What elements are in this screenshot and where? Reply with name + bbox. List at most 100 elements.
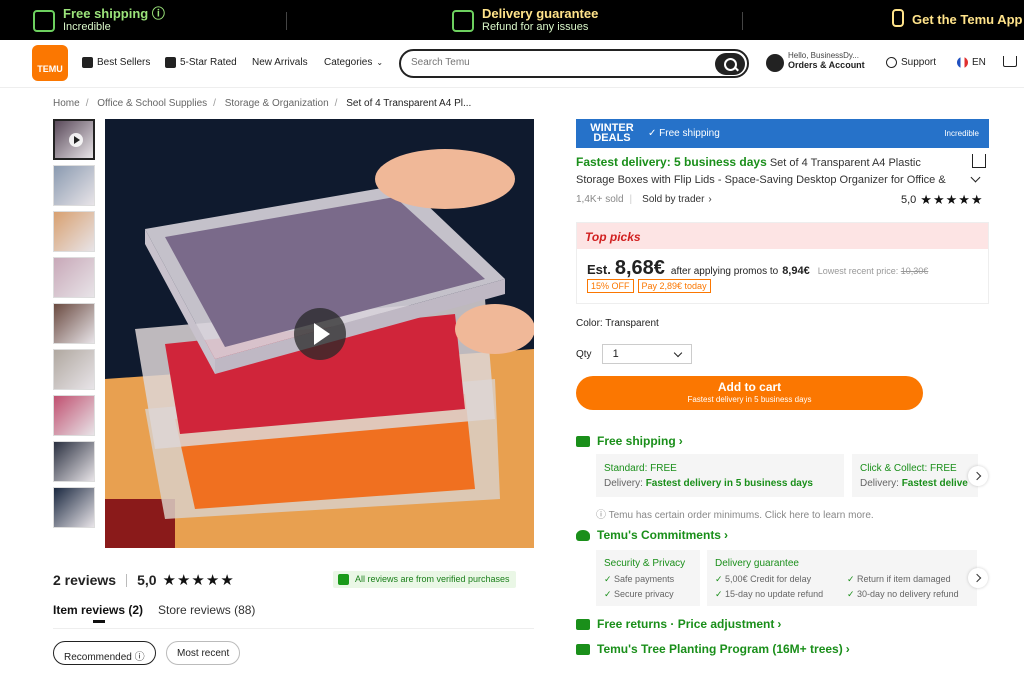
product-rating[interactable]: 5,0 ★★★★★ [901, 192, 984, 208]
search-button[interactable] [715, 53, 745, 75]
breadcrumb-item[interactable]: Office & School Supplies [97, 98, 207, 109]
account-label: Orders & Account [788, 60, 865, 70]
banner-incredible: Incredible [944, 129, 979, 138]
commitments-link[interactable]: Temu's Commitments › [576, 528, 728, 542]
nav-label: Best Sellers [97, 57, 151, 68]
thumbnail[interactable] [53, 257, 95, 298]
promo-delivery-subtitle: Refund for any issues [482, 21, 589, 33]
free-returns-link[interactable]: Free returns · Price adjustment › [576, 617, 781, 631]
nav-label: 5-Star Rated [180, 57, 237, 68]
cart-icon[interactable] [1003, 56, 1017, 67]
thumbnail[interactable] [53, 487, 95, 528]
next-shipping-button[interactable] [968, 466, 988, 486]
thumbnail-image [54, 304, 94, 343]
lowest-label: Lowest recent price: [817, 266, 899, 276]
promo-app[interactable]: Get the Temu App [892, 9, 1023, 27]
promo-delivery-title: Delivery guarantee [482, 6, 599, 21]
color-label: Color: Transparent [576, 318, 659, 329]
nav-label: Categories [324, 57, 373, 68]
add-to-cart-button[interactable]: Add to cart Fastest delivery in 5 busine… [576, 376, 923, 410]
nav-best-sellers[interactable]: Best Sellers [82, 57, 150, 68]
nav-five-star[interactable]: 5-Star Rated [165, 57, 237, 68]
sort-most-recent[interactable]: Most recent [166, 641, 241, 665]
thumbnail[interactable] [53, 395, 95, 436]
discount-badge: 15% OFF [587, 279, 634, 293]
expand-title-icon[interactable] [970, 172, 981, 183]
breadcrumb-item[interactable]: Storage & Organization [225, 98, 329, 109]
product-main-image[interactable] [105, 119, 534, 548]
active-tab-indicator [93, 620, 105, 623]
promo-price[interactable]: 8,94€ [782, 265, 810, 277]
guarantee-item: 5,00€ Credit for delay [715, 572, 847, 587]
thumbnail-image [54, 396, 94, 435]
promo-free-shipping-title: Free shipping ⓘ [63, 6, 165, 21]
truck-icon [33, 9, 55, 32]
promo-delivery[interactable]: Delivery guarantee Refund for any issues [452, 7, 598, 34]
winter-deals-banner: WINTER DEALS ✓ Free shipping Incredible [576, 119, 989, 148]
thumbnail-video[interactable] [53, 119, 95, 160]
account-menu[interactable]: Hello, BusinessDy... Orders & Account [766, 51, 865, 72]
star-rating: ★★★★★ [162, 572, 235, 589]
verified-text: All reviews are from verified purchases [355, 574, 510, 584]
delivery-check-icon [452, 9, 474, 32]
min-order-note[interactable]: ⓘ Temu has certain order minimums. Click… [596, 506, 874, 521]
support-icon [886, 57, 897, 68]
nav-new-arrivals[interactable]: New Arrivals [252, 57, 308, 68]
standard-shipping-card: Standard: FREE Delivery: Fastest deliver… [596, 454, 844, 497]
tab-item-reviews[interactable]: Item reviews (2) [53, 603, 143, 617]
thumbnail-image [54, 166, 94, 205]
chevron-right-icon: › [678, 434, 683, 448]
thumbnail[interactable] [53, 211, 95, 252]
promo-divider [742, 12, 743, 30]
thumbnail[interactable] [53, 349, 95, 390]
thumbnail-image [54, 442, 94, 481]
verified-badge: All reviews are from verified purchases [333, 571, 516, 588]
guarantee-item: Return if item damaged [847, 572, 959, 587]
truck-icon [576, 435, 590, 447]
thumbnail[interactable] [53, 441, 95, 482]
price-badges: 15% OFF Pay 2,89€ today [587, 279, 715, 293]
shield-icon [576, 529, 590, 541]
after-promo-text: after applying promos to [670, 266, 779, 277]
nav-categories[interactable]: Categories ⌄ [324, 57, 383, 68]
share-icon[interactable] [972, 154, 986, 168]
add-to-cart-label: Add to cart [717, 380, 782, 394]
flag-icon [957, 57, 968, 68]
divider [126, 573, 128, 587]
tree-program-link[interactable]: Temu's Tree Planting Program (16M+ trees… [576, 642, 850, 656]
standard-label: Standard: FREE [604, 463, 677, 474]
support-link[interactable]: Support [886, 57, 936, 68]
tree-program-label: Temu's Tree Planting Program (16M+ trees… [597, 642, 843, 656]
temu-logo[interactable]: TEMU [32, 45, 68, 81]
promo-divider [286, 12, 287, 30]
promo-app-title: Get the Temu App [912, 11, 1023, 27]
thumbnail-image [54, 258, 94, 297]
quantity-select[interactable]: 1 [601, 344, 692, 364]
sold-by-link[interactable]: Sold by trader [642, 194, 704, 205]
breadcrumb-item[interactable]: Home [53, 98, 80, 109]
search-input[interactable] [411, 57, 711, 68]
tab-store-reviews[interactable]: Store reviews (88) [158, 603, 255, 617]
thumbnail-image [54, 212, 94, 251]
click-collect-card: Click & Collect: FREE Delivery: Fastest … [852, 454, 978, 497]
banner-free-shipping: ✓ Free shipping [648, 128, 720, 139]
next-commitments-button[interactable] [968, 568, 988, 588]
play-video-button[interactable] [294, 308, 346, 360]
language-selector[interactable]: EN [957, 57, 986, 68]
lowest-price: 10,30€ [900, 266, 929, 276]
top-picks-label: Top picks [577, 223, 988, 249]
search-bar [399, 49, 749, 78]
site-header: TEMU Best Sellers 5-Star Rated New Arriv… [0, 40, 1024, 88]
standard-delivery: Fastest delivery in 5 business days [645, 478, 813, 489]
free-shipping-link[interactable]: Free shipping › [576, 434, 683, 448]
star-rating: ★★★★★ [920, 192, 984, 207]
est-label: Est. [587, 262, 611, 277]
returns-icon [576, 618, 590, 630]
security-title: Security & Privacy [604, 558, 686, 569]
delivery-guarantee-title: Delivery guarantee [715, 558, 799, 569]
thumbnail[interactable] [53, 303, 95, 344]
sort-recommended[interactable]: Recommended ⓘ [53, 641, 156, 665]
promo-free-shipping[interactable]: Free shipping ⓘ Incredible [33, 7, 165, 34]
thumbnail[interactable] [53, 165, 95, 206]
free-returns-label: Free returns · Price adjustment [597, 617, 775, 631]
